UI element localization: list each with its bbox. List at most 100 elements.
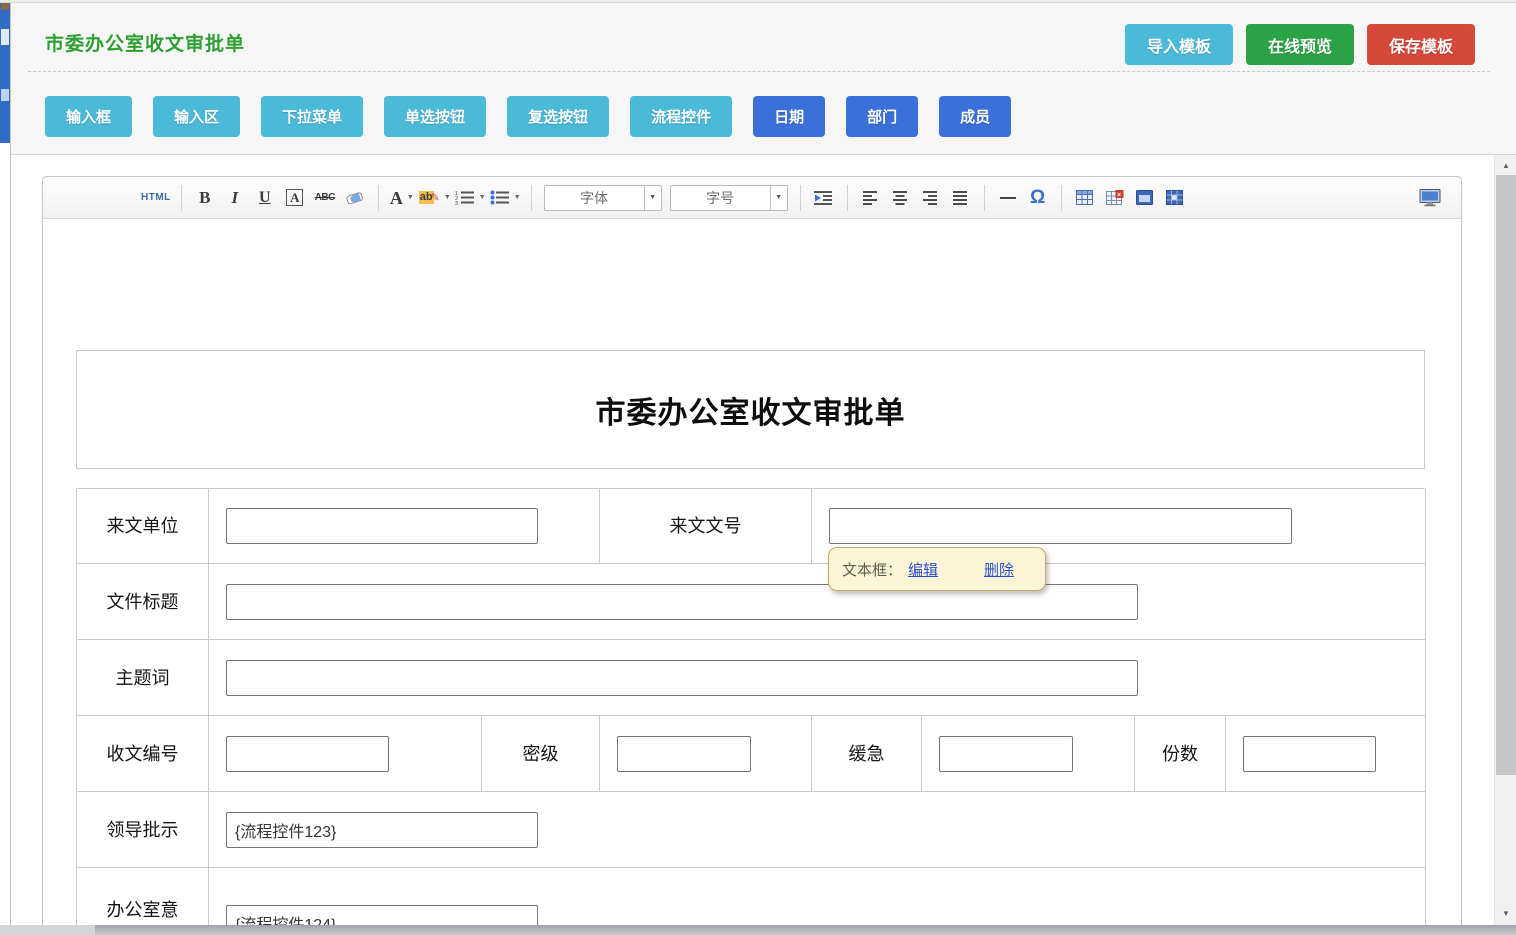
strikethrough-button[interactable]: ABC — [312, 184, 338, 212]
add-department-button[interactable]: 部门 — [846, 96, 918, 137]
add-flow-control-button[interactable]: 流程控件 — [630, 96, 732, 137]
italic-button[interactable]: I — [222, 184, 248, 212]
editor-document-area[interactable]: 市委办公室收文审批单 来文单位 来文文号 文件标题 主题词 收文编号 — [43, 219, 1461, 934]
char-border-button[interactable]: A — [286, 189, 303, 206]
unordered-list-button[interactable]: ▼ — [490, 184, 521, 212]
table-cell — [209, 716, 482, 792]
input-laiwen-danwei[interactable] — [226, 508, 538, 544]
pencil-icon: ✎ — [431, 191, 440, 204]
input-shouwen-bianhao[interactable] — [226, 736, 389, 772]
rich-text-editor: HTML B I U A ABC A ▼ ab ✎ ▼ 1 — [42, 176, 1462, 935]
label-laiwen-wenhao: 来文文号 — [600, 489, 812, 564]
font-size-select[interactable]: 字号 ▼ — [670, 185, 788, 211]
table-properties-icon — [1136, 190, 1153, 205]
scroll-up-arrow-icon[interactable]: ▲ — [1495, 157, 1516, 173]
chevron-down-icon: ▼ — [444, 194, 451, 201]
font-color-button[interactable]: A ▼ — [389, 184, 415, 212]
table-cell — [209, 489, 600, 564]
svg-text:×: × — [1117, 192, 1121, 199]
form-table: 来文单位 来文文号 文件标题 主题词 收文编号 密级 — [76, 488, 1425, 934]
remove-format-button[interactable] — [342, 184, 368, 212]
align-justify-icon — [953, 191, 968, 205]
background-fragment — [1, 29, 9, 45]
table-cell — [209, 792, 1426, 868]
form-title-block: 市委办公室收文审批单 — [76, 350, 1425, 469]
highlight-color-button[interactable]: ab ✎ ▼ — [419, 184, 451, 212]
indent-button[interactable] — [811, 184, 837, 212]
add-radio-button[interactable]: 单选按钮 — [384, 96, 486, 137]
label-zhutici: 主题词 — [77, 640, 209, 716]
add-date-button[interactable]: 日期 — [753, 96, 825, 137]
toolbar-separator — [1061, 185, 1062, 211]
ordered-list-icon: 1 2 3 — [455, 190, 475, 205]
add-input-box-button[interactable]: 输入框 — [45, 96, 132, 137]
delete-field-link[interactable]: 删除 — [984, 559, 1014, 580]
chevron-down-icon: ▼ — [770, 186, 787, 210]
bold-button[interactable]: B — [192, 184, 218, 212]
align-right-button[interactable] — [918, 184, 944, 212]
table-cell — [600, 716, 812, 792]
fullscreen-preview-button[interactable] — [1417, 184, 1443, 212]
import-template-button[interactable]: 导入模板 — [1125, 24, 1233, 65]
unordered-list-icon — [490, 190, 510, 205]
monitor-icon — [1419, 189, 1441, 207]
edit-field-link[interactable]: 编辑 — [908, 559, 938, 580]
label-huanji: 缓急 — [812, 716, 922, 792]
table-cell — [1226, 716, 1426, 792]
cell-properties-button[interactable] — [1162, 184, 1188, 212]
editor-toolbar: HTML B I U A ABC A ▼ ab ✎ ▼ 1 — [43, 177, 1461, 219]
input-lingdao-pishi[interactable] — [226, 812, 538, 848]
align-center-button[interactable] — [888, 184, 914, 212]
scroll-down-arrow-icon[interactable]: ▼ — [1495, 905, 1516, 921]
form-title: 市委办公室收文审批单 — [596, 388, 906, 432]
add-textarea-button[interactable]: 输入区 — [153, 96, 240, 137]
online-preview-button[interactable]: 在线预览 — [1246, 24, 1354, 65]
label-fenshu: 份数 — [1135, 716, 1226, 792]
insert-table-icon — [1076, 190, 1093, 205]
background-fragment — [1, 3, 9, 10]
label-laiwen-danwei: 来文单位 — [77, 489, 209, 564]
background-page-strip — [0, 3, 10, 143]
label-lingdao-pishi: 领导批示 — [77, 792, 209, 868]
toolbar-separator — [378, 185, 379, 211]
input-laiwen-wenhao[interactable] — [829, 508, 1292, 544]
horizontal-rule-icon — [1000, 197, 1016, 199]
input-miji[interactable] — [617, 736, 751, 772]
chevron-down-icon: ▼ — [644, 186, 661, 210]
label-wenjian-biaoti: 文件标题 — [77, 564, 209, 640]
underline-button[interactable]: U — [252, 184, 278, 212]
align-left-button[interactable] — [858, 184, 884, 212]
scrollbar-thumb[interactable] — [1496, 175, 1516, 775]
align-right-icon — [923, 191, 938, 205]
eraser-icon — [345, 190, 364, 206]
add-checkbox-button[interactable]: 复选按钮 — [507, 96, 609, 137]
add-dropdown-button[interactable]: 下拉菜单 — [261, 96, 363, 137]
input-zhutici[interactable] — [226, 660, 1138, 696]
template-editor-header: 市委办公室收文审批单 导入模板 在线预览 保存模板 输入框 输入区 下拉菜单 单… — [11, 3, 1516, 155]
delete-table-button[interactable]: × — [1102, 184, 1128, 212]
svg-text:3: 3 — [455, 201, 458, 205]
insert-table-button[interactable] — [1072, 184, 1098, 212]
vertical-scrollbar[interactable]: ▲ ▼ — [1494, 155, 1516, 925]
input-huanji[interactable] — [939, 736, 1073, 772]
ordered-list-button[interactable]: 1 2 3 ▼ — [455, 184, 486, 212]
table-properties-button[interactable] — [1132, 184, 1158, 212]
save-template-button[interactable]: 保存模板 — [1367, 24, 1475, 65]
input-fenshu[interactable] — [1243, 736, 1376, 772]
horizontal-scrollbar-segment — [0, 925, 95, 935]
toolbar-separator — [531, 185, 532, 211]
indent-icon — [814, 190, 833, 205]
align-justify-button[interactable] — [948, 184, 974, 212]
html-source-button[interactable]: HTML — [141, 184, 171, 212]
table-cell — [209, 640, 1426, 716]
toolbar-separator — [847, 185, 848, 211]
horizontal-rule-button[interactable] — [995, 184, 1021, 212]
horizontal-scrollbar[interactable] — [0, 925, 1516, 935]
tooltip-field-type: 文本框： — [842, 559, 902, 580]
add-member-button[interactable]: 成员 — [939, 96, 1011, 137]
align-left-icon — [863, 191, 878, 205]
special-char-button[interactable]: Ω — [1025, 184, 1051, 212]
toolbar-separator — [181, 185, 182, 211]
page-title: 市委办公室收文审批单 — [45, 29, 245, 56]
font-family-select[interactable]: 字体 ▼ — [544, 185, 662, 211]
